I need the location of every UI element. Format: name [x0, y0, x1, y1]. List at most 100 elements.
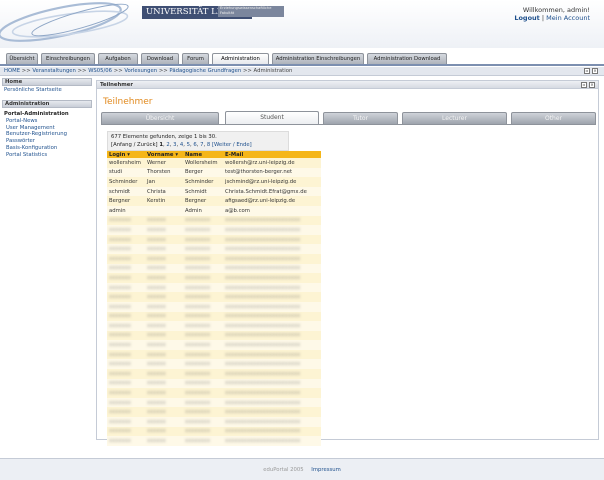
sidebar-item-portal-news[interactable]: Portal-News [2, 118, 92, 125]
close-icon[interactable]: × [592, 68, 598, 74]
minimize-icon[interactable]: ▫ [581, 82, 587, 88]
table-row-redacted: xxxxxxx xxxxxx xxxxxxxx xxxxxxxxxxxxxxxxxxx… [107, 359, 321, 370]
subtab-lecturer[interactable]: Lecturer [402, 112, 507, 124]
row-email: Christa.Schmidt.Efrat@gmx.de [223, 186, 321, 197]
link-separator: | [541, 14, 545, 22]
close-icon[interactable]: × [589, 82, 595, 88]
sidebar-item-user-management[interactable]: User Management [2, 125, 92, 132]
row-name-redacted: xxxxxxxx [183, 321, 223, 331]
row-name-redacted: xxxxxxxx [183, 234, 223, 245]
column-header-name[interactable]: Name [183, 151, 223, 158]
table-row[interactable]: schmidt Christa Schmidt Christa.Schmidt.Efr… [107, 186, 321, 197]
breadcrumb-semester[interactable]: WS05/06 [88, 68, 112, 74]
table-row[interactable]: studi Thorsten Berger test@thorsten-berger.… [107, 167, 321, 178]
sidebar-item-portal-admin[interactable]: Portal-Administration [2, 111, 92, 118]
row-login-redacted: xxxxxxx [107, 225, 145, 235]
my-account-link[interactable]: Mein Account [546, 14, 590, 22]
row-firstname-redacted: xxxxxx [145, 263, 183, 274]
table-row[interactable]: admin Admin a@b.com [107, 205, 321, 216]
table-row-redacted: xxxxxxx xxxxxx xxxxxxxx xxxxxxxxxxxxxxxxxxx… [107, 340, 321, 350]
tab-forum[interactable]: Forum [182, 53, 209, 64]
page-link[interactable]: 2 [166, 142, 169, 148]
table-row-redacted: xxxxxxx xxxxxx xxxxxxxx xxxxxxxxxxxxxxxxxxx… [107, 321, 321, 331]
row-login-redacted: xxxxxxx [107, 321, 145, 331]
row-email-redacted: xxxxxxxxxxxxxxxxxxxxxxxx [223, 234, 321, 245]
row-login-redacted: xxxxxxx [107, 349, 145, 360]
page-link[interactable]: 6 [193, 142, 196, 148]
row-login-redacted: xxxxxxx [107, 330, 145, 341]
subtab-student[interactable]: Student [225, 111, 319, 124]
breadcrumb-separator: >> [21, 68, 31, 74]
table-row[interactable]: Bergner Kerstin Bergner afigsaed@rz.uni-lei… [107, 196, 321, 206]
first-back-link[interactable]: Anfang / Zurück [113, 142, 155, 148]
row-name-redacted: xxxxxxxx [183, 282, 223, 293]
row-firstname-redacted: xxxxxx [145, 417, 183, 427]
print-icon[interactable]: ▫ [584, 68, 590, 74]
row-name: Berger [183, 167, 223, 178]
tab-assignments[interactable]: Aufgaben [98, 53, 138, 64]
row-login: studi [107, 167, 145, 178]
row-email-redacted: xxxxxxxxxxxxxxxxxxxxxxxx [223, 359, 321, 370]
row-firstname-redacted: xxxxxx [145, 397, 183, 408]
subtab-overview[interactable]: Übersicht [101, 112, 219, 124]
tab-admin-enrollments[interactable]: Administration Einschreibungen [272, 53, 364, 64]
column-header-firstname[interactable]: Vorname ▾ [145, 151, 183, 158]
table-row-redacted: xxxxxxx xxxxxx xxxxxxxx xxxxxxxxxxxxxxxxxxx… [107, 397, 321, 408]
row-name: Schminder [183, 177, 223, 187]
row-name-redacted: xxxxxxxx [183, 253, 223, 264]
row-firstname-redacted: xxxxxx [145, 330, 183, 341]
row-name-redacted: xxxxxxxx [183, 426, 223, 437]
sidebar-item-base-config[interactable]: Basis-Konfiguration [2, 145, 92, 152]
row-firstname-redacted: xxxxxx [145, 215, 183, 226]
tab-overview[interactable]: Übersicht [6, 53, 38, 64]
breadcrumb-course[interactable]: Pädagogische Grundfragen [169, 68, 241, 74]
tab-admin-download[interactable]: Administration Download [367, 53, 447, 64]
row-firstname-redacted: xxxxxx [145, 378, 183, 389]
tab-administration[interactable]: Administration [212, 53, 269, 64]
row-login-redacted: xxxxxxx [107, 253, 145, 264]
table-row[interactable]: Schminder Jan Schminder jschmind@rz.uni-lei… [107, 177, 321, 187]
subtab-tutor[interactable]: Tutor [323, 112, 398, 124]
row-name-redacted: xxxxxxxx [183, 301, 223, 312]
next-last-link[interactable]: [Weiter / Ende] [212, 142, 252, 148]
row-email-redacted: xxxxxxxxxxxxxxxxxxxxxxxx [223, 215, 321, 226]
page-link[interactable]: 3 [173, 142, 176, 148]
row-login-redacted: xxxxxxx [107, 359, 145, 370]
page-link[interactable]: 7 [200, 142, 203, 148]
column-header-login[interactable]: Login ▾ [107, 151, 145, 158]
result-count: 677 Elemente gefunden, zeige 1 bis 30. [111, 134, 217, 140]
row-name-redacted: xxxxxxxx [183, 359, 223, 370]
breadcrumb-events[interactable]: Veranstaltungen [32, 68, 76, 74]
participants-panel: Teilnehmer ▫ × Teilnehmer Übersicht Stud… [96, 80, 599, 446]
subtab-other[interactable]: Other [511, 112, 596, 124]
subtab-divider [101, 124, 596, 125]
sidebar-item-personal-page[interactable]: Persönliche Startseite [2, 86, 92, 95]
row-firstname: Christa [145, 186, 183, 197]
row-firstname-redacted: xxxxxx [145, 321, 183, 331]
row-email-redacted: xxxxxxxxxxxxxxxxxxxxxxxx [223, 292, 321, 302]
column-header-email[interactable]: E-Mail [223, 151, 321, 158]
sidebar-item-statistics[interactable]: Portal Statistics [2, 152, 92, 159]
row-email-redacted: xxxxxxxxxxxxxxxxxxxxxxxx [223, 369, 321, 379]
table-row[interactable]: wollersheim Werner Wollersheim wollersh@rz.… [107, 158, 321, 168]
page-link[interactable]: 5 [187, 142, 190, 148]
page-link[interactable]: 8 [207, 142, 210, 148]
sidebar-item-passwords[interactable]: Passwörter [2, 138, 92, 145]
row-email-redacted: xxxxxxxxxxxxxxxxxxxxxxxx [223, 407, 321, 418]
breadcrumb-home[interactable]: HOME [4, 68, 20, 74]
sort-arrow-icon[interactable]: ▾ [127, 152, 130, 158]
logout-link[interactable]: Logout [514, 14, 539, 22]
breadcrumb-lectures[interactable]: Vorlesungen [124, 68, 157, 74]
breadcrumb: HOME >> Veranstaltungen >> WS05/06 >> Vo… [0, 67, 604, 76]
page-link[interactable]: 4 [180, 142, 183, 148]
impressum-link[interactable]: Impressum [311, 467, 340, 473]
tab-download[interactable]: Download [141, 53, 179, 64]
row-name: Wollersheim [183, 158, 223, 168]
row-email-redacted: xxxxxxxxxxxxxxxxxxxxxxxx [223, 225, 321, 235]
row-email-redacted: xxxxxxxxxxxxxxxxxxxxxxxx [223, 426, 321, 437]
tab-enrollments[interactable]: Einschreibungen [41, 53, 95, 64]
sort-arrow-icon[interactable]: ▾ [175, 152, 178, 158]
row-email-redacted: xxxxxxxxxxxxxxxxxxxxxxxx [223, 244, 321, 254]
sidebar-item-registration[interactable]: Benutzer-Registrierung [2, 131, 92, 138]
table-row-redacted: xxxxxxx xxxxxx xxxxxxxx xxxxxxxxxxxxxxxxxxx… [107, 417, 321, 427]
